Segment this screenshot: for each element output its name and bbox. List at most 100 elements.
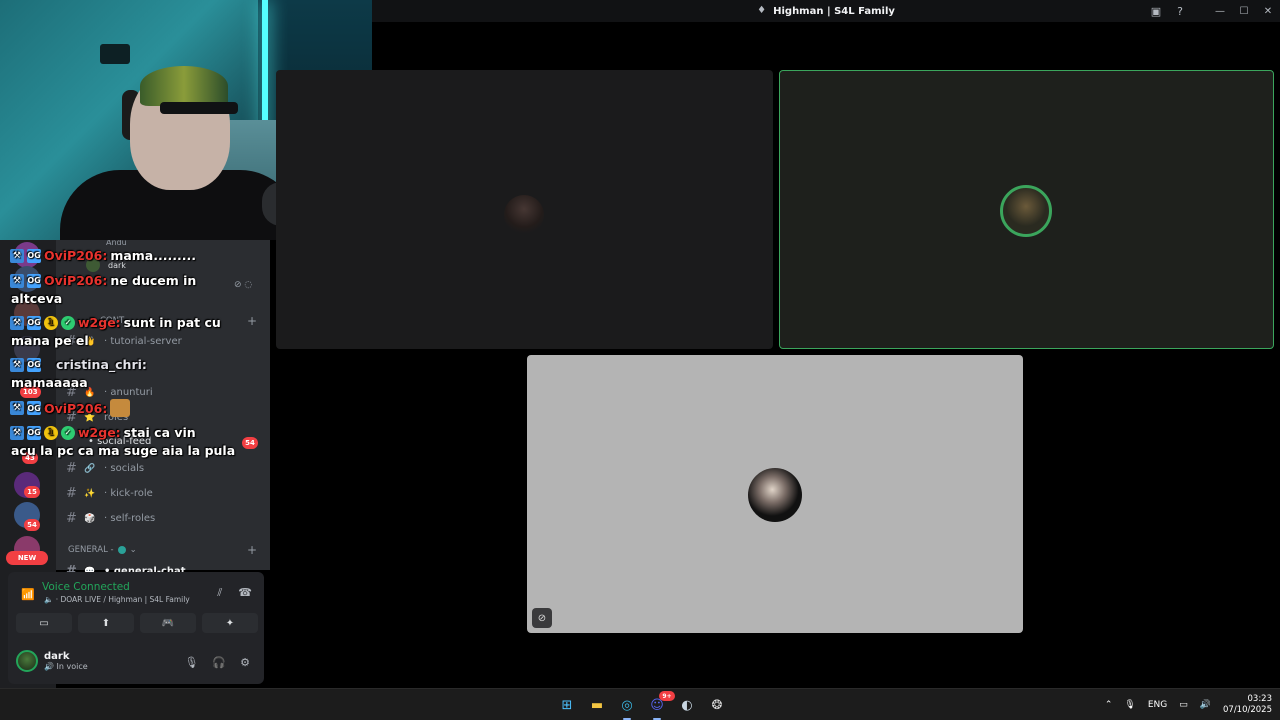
- og-badge-icon: OG: [27, 425, 41, 440]
- video-tile-3[interactable]: ⊘: [527, 355, 1023, 633]
- network-icon[interactable]: ▭: [1179, 700, 1188, 710]
- video-tile-1[interactable]: [276, 70, 773, 349]
- moderator-badge-icon: ⚒: [10, 425, 24, 440]
- server-icon: ♦: [757, 5, 767, 16]
- voice-status[interactable]: Voice Connected: [42, 581, 130, 593]
- help-icon[interactable]: ?: [1168, 0, 1192, 22]
- chevron-up-icon[interactable]: ⌃: [1105, 700, 1113, 710]
- app-icon[interactable]: ❂: [705, 693, 729, 717]
- chat-message-cont: altceva: [11, 291, 62, 306]
- chat-message-cont: mana pe el: [11, 333, 89, 348]
- moderator-badge-icon: ⚒: [10, 315, 24, 330]
- channel-name: socials: [110, 463, 145, 474]
- chat-text: mamaaaaa: [11, 375, 88, 390]
- category-general[interactable]: GENERAL - ⌄: [68, 545, 137, 555]
- channel-emoji: 🔗: [84, 463, 96, 474]
- volume-icon[interactable]: 🔊: [1200, 700, 1211, 710]
- title-bar: ♦ Highman | S4L Family ▣ ? — ☐ ✕: [372, 0, 1280, 22]
- window-title-text: Highman | S4L Family: [773, 5, 895, 17]
- hash-icon: #: [66, 461, 77, 476]
- chat-message: ⚒ OG OviP206:: [10, 399, 131, 417]
- channel-label: · socials: [104, 463, 145, 474]
- chevron-down-icon: ⌄: [129, 545, 137, 555]
- moderator-badge-icon: ⚒: [10, 401, 24, 415]
- cap: [140, 66, 228, 106]
- og-badge-icon: OG: [27, 357, 41, 372]
- video-off-icon[interactable]: ⊘: [532, 608, 552, 628]
- noise-suppression-icon[interactable]: ⫽: [217, 586, 222, 600]
- verified-badge-icon: ✓: [61, 425, 75, 440]
- user-status: 🔊 In voice: [44, 662, 88, 671]
- voice-state-icons: ⊘ ◌: [234, 280, 253, 290]
- moderator-badge-icon: ⚒: [10, 357, 24, 372]
- chat-text: stai ca vin: [123, 425, 196, 440]
- og-badge-icon: OG: [27, 248, 41, 263]
- og-badge-icon: OG: [27, 273, 41, 288]
- mic-icon[interactable]: 🎙: [184, 656, 198, 669]
- chat-message: ⚒ OG cristina_chri:: [10, 357, 147, 372]
- taskbar: ⊞ ▬ ◎ ☺ 9+ ◐ ❂ ⌃ 🎙 ENG ▭ 🔊 03:23 07/10/2…: [0, 688, 1280, 720]
- channel-name: anunturi: [110, 387, 153, 398]
- minimize-button[interactable]: —: [1208, 0, 1232, 22]
- voice-actions: ⫽ ☎: [217, 586, 252, 600]
- inbox-icon[interactable]: ▣: [1144, 0, 1168, 22]
- chat-username: OviP206:: [44, 400, 108, 416]
- led-strip: [262, 0, 268, 140]
- edge-icon[interactable]: ◎: [615, 693, 639, 720]
- og-badge-icon: OG: [27, 315, 41, 330]
- clock[interactable]: 03:23 07/10/2025: [1223, 694, 1272, 716]
- user-controls: 🎙 🎧 ⚙: [184, 656, 250, 669]
- channel-name: kick-role: [110, 488, 153, 499]
- add-channel-icon[interactable]: +: [247, 543, 257, 557]
- verified-badge-icon: ✓: [61, 315, 75, 330]
- soundboard-button[interactable]: ✦: [202, 613, 258, 633]
- camera-off-button[interactable]: ▭: [16, 613, 72, 633]
- moderator-badge-icon: ⚒: [10, 248, 24, 263]
- participant-avatar: [748, 468, 802, 522]
- chat-username: cristina_chri:: [56, 357, 147, 372]
- unread-badge: 15: [24, 486, 40, 498]
- chat-text: mana pe el: [11, 333, 89, 348]
- clock-date: 07/10/2025: [1223, 705, 1272, 715]
- steam-icon[interactable]: ◐: [675, 693, 699, 717]
- discord-badge: 9+: [659, 691, 675, 701]
- disconnect-icon[interactable]: ☎: [238, 586, 252, 600]
- chat-message: ⚒ OG 1 ✓ w2ge: stai ca vin: [10, 425, 196, 440]
- channel-label: · self-roles: [104, 513, 156, 524]
- voice-channel[interactable]: 🔈 · DOAR LIVE / Highman | S4L Family: [44, 595, 190, 604]
- mention-badge: 54: [242, 437, 258, 449]
- channel-name: self-roles: [110, 513, 156, 524]
- channel-label: · kick-role: [104, 488, 153, 499]
- language-indicator[interactable]: ENG: [1148, 700, 1167, 710]
- maximize-button[interactable]: ☐: [1232, 0, 1256, 22]
- add-channel-icon[interactable]: +: [247, 314, 257, 328]
- channel-self-roles[interactable]: # 🎲 · self-roles: [66, 511, 155, 526]
- cap-brim: [160, 102, 238, 114]
- voice-buttons: ▭ ⬆ 🎮 ✦: [16, 613, 258, 633]
- new-badge[interactable]: NEW: [6, 551, 48, 565]
- coin-badge-icon: 1: [44, 425, 58, 440]
- channel-kick-role[interactable]: # ✨ · kick-role: [66, 486, 153, 501]
- user-status-text: In voice: [56, 662, 88, 671]
- close-button[interactable]: ✕: [1256, 0, 1280, 22]
- chat-text: ne ducem in: [110, 273, 197, 288]
- activity-button[interactable]: 🎮: [140, 613, 196, 633]
- user-panel[interactable]: dark 🔊 In voice: [16, 650, 88, 672]
- title-bar-controls: ▣ ? — ☐ ✕: [1144, 0, 1280, 22]
- chat-username: OviP206:: [44, 273, 108, 288]
- file-explorer-icon[interactable]: ▬: [585, 693, 609, 717]
- signal-icon[interactable]: 📶: [21, 588, 35, 601]
- chat-message-cont: acu la pc ca ma suge aia la pula: [11, 443, 235, 458]
- screen: ♦ Highman | S4L Family ▣ ? — ☐ ✕ 103 43 …: [0, 0, 1280, 720]
- screen-share-button[interactable]: ⬆: [78, 613, 134, 633]
- video-tile-speaking[interactable]: [779, 70, 1274, 349]
- headphones-icon[interactable]: 🎧: [212, 656, 226, 669]
- discord-icon[interactable]: ☺ 9+: [645, 691, 675, 720]
- participant-avatar: [504, 195, 544, 235]
- chat-username: w2ge:: [78, 425, 121, 440]
- taskbar-apps: ⊞ ▬ ◎ ☺ 9+ ◐ ❂: [555, 689, 729, 720]
- channel-socials[interactable]: # 🔗 · socials: [66, 461, 144, 476]
- windows-start-icon[interactable]: ⊞: [555, 693, 579, 717]
- gear-icon[interactable]: ⚙: [240, 656, 250, 669]
- mic-icon[interactable]: 🎙: [1124, 700, 1135, 710]
